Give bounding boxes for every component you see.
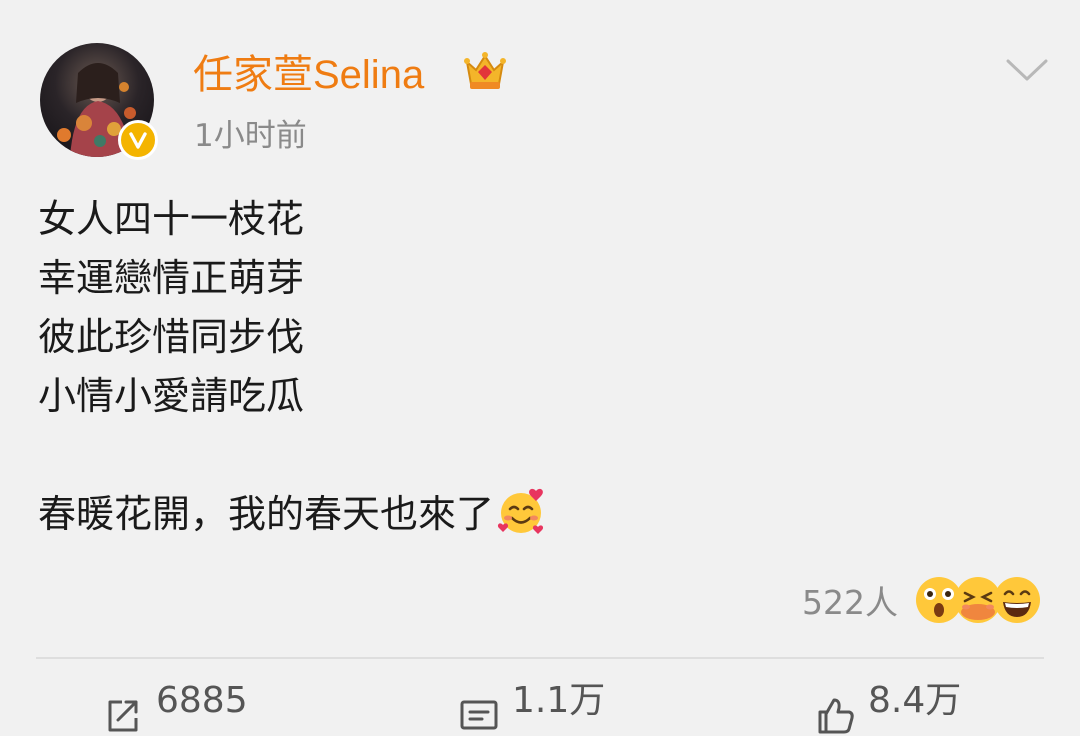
grin-emoji (994, 577, 1040, 623)
comment-icon (460, 700, 498, 730)
content-line: 女人四十一枝花 (38, 197, 305, 241)
post-content: 女人四十一枝花 幸運戀情正萌芽 彼此珍惜同步伐 小情小愛請吃瓜 春暖花開，我的春… (38, 190, 938, 544)
content-line: 幸運戀情正萌芽 (38, 256, 305, 300)
repost-button[interactable]: 6885 (102, 676, 248, 736)
repost-icon (108, 700, 138, 732)
chevron-down-icon[interactable] (1004, 55, 1050, 85)
author-name[interactable]: 任家萱Selina (193, 50, 424, 100)
content-gap (38, 426, 938, 485)
smiling-face-with-hearts-emoji (497, 488, 544, 534)
content-line: 春暖花開，我的春天也來了 (38, 485, 938, 544)
content-line: 彼此珍惜同步伐 (38, 315, 305, 359)
action-toolbar: 6885 1.1万 8.4万 (0, 676, 1080, 736)
like-button[interactable]: 8.4万 (814, 676, 961, 736)
comment-count: 1.1万 (512, 680, 606, 721)
reaction-count: 522人 (802, 583, 898, 622)
repost-count: 6885 (156, 680, 248, 721)
like-count: 8.4万 (868, 680, 962, 721)
content-line: 小情小愛請吃瓜 (38, 374, 305, 418)
crown-icon[interactable] (462, 48, 508, 94)
verified-badge-icon (118, 120, 158, 160)
thumbs-up-icon (818, 698, 854, 734)
reaction-summary[interactable]: 522人 (802, 572, 1042, 628)
divider (36, 657, 1044, 659)
post-timestamp: 1小时前 (194, 118, 307, 154)
comment-button[interactable]: 1.1万 (458, 676, 605, 736)
content-tail: 春暖花開，我的春天也來了 (38, 492, 495, 536)
reaction-emoji-stack (914, 575, 1042, 625)
weibo-post: 任家萱Selina 1小时前 女人四十一枝花 幸運戀情正萌芽 彼此珍惜同步伐 小… (0, 0, 1080, 734)
